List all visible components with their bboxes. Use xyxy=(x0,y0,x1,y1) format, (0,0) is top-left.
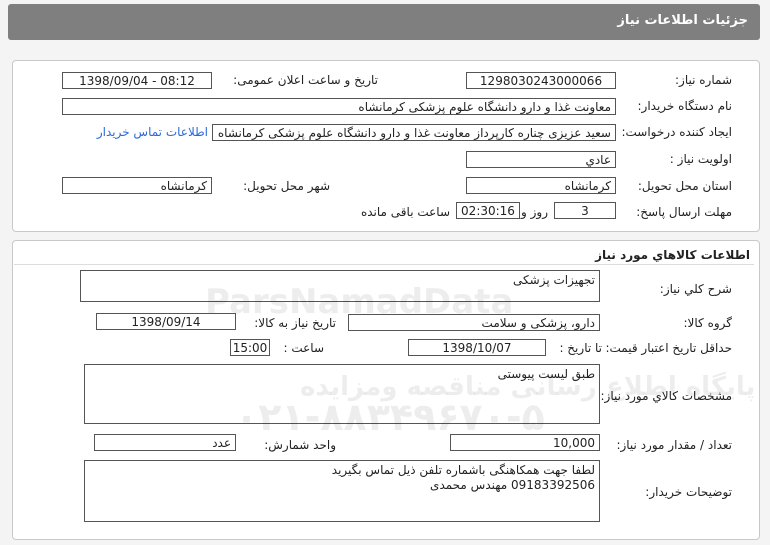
window-titlebar: جزئيات اطلاعات نياز xyxy=(8,4,760,40)
summary-field[interactable]: تجهيزات پزشکی xyxy=(80,270,600,302)
announce-field[interactable]: 1398/09/04 - 08:12 xyxy=(62,72,212,89)
need-date-field[interactable]: 1398/09/14 xyxy=(96,313,236,330)
section-divider xyxy=(14,264,754,265)
group-field[interactable]: دارو، پزشکی و سلامت xyxy=(348,314,600,331)
summary-label: شرح کلي نياز: xyxy=(659,282,732,296)
remaining-label: ساعت باقی مانده xyxy=(360,205,450,219)
qty-field[interactable]: 10,000 xyxy=(450,434,600,451)
priority-field[interactable]: عادي xyxy=(466,151,616,168)
desc-line-2: 09183392506 مهندس محمدی xyxy=(430,478,595,492)
group-label: گروه کالا: xyxy=(683,316,733,330)
specs-field[interactable]: طبق ليست پيوستی xyxy=(84,364,600,424)
hour-label: ساعت : xyxy=(283,341,324,355)
desc-field[interactable]: لطفا جهت همکاهنگی باشماره تلفن ذيل تماس … xyxy=(84,460,600,522)
need-number-field[interactable]: 1298030243000066 xyxy=(466,72,616,89)
unit-field[interactable]: عدد xyxy=(94,434,236,451)
specs-label: مشخصات کالاي مورد نياز: xyxy=(600,389,732,403)
buyer-contact-link[interactable]: اطلاعات تماس خريدار xyxy=(97,125,208,139)
goods-section-title: اطلاعات کالاهاي مورد نياز xyxy=(595,248,750,262)
hour-field[interactable]: 15:00 xyxy=(230,339,270,356)
qty-label: تعداد / مقدار مورد نياز: xyxy=(616,438,732,452)
city-label: شهر محل تحويل: xyxy=(243,179,330,193)
city-field[interactable]: کرمانشاه xyxy=(62,177,212,194)
announce-label: تاريخ و ساعت اعلان عمومی: xyxy=(233,73,378,87)
window-title: جزئيات اطلاعات نياز xyxy=(617,13,748,28)
time-remaining-field[interactable]: 02:30:16 xyxy=(456,202,520,219)
buyer-org-field[interactable]: معاونت غذا و دارو دانشگاه علوم پزشکی کرم… xyxy=(62,98,616,115)
priority-label: اولويت نياز : xyxy=(669,152,732,166)
until-date-field[interactable]: 1398/10/07 xyxy=(408,339,546,356)
days-label: روز و xyxy=(521,205,548,219)
desc-line-1: لطفا جهت همکاهنگی باشماره تلفن ذيل تماس … xyxy=(331,463,595,477)
need-date-label: تاريخ نياز به کالا: xyxy=(254,316,336,330)
buyer-org-label: نام دستگاه خريدار: xyxy=(637,99,733,113)
creator-label: ايجاد کننده درخواست: xyxy=(621,125,732,139)
need-number-label: شماره نياز: xyxy=(675,73,732,87)
province-label: استان محل تحويل: xyxy=(637,179,732,193)
days-field[interactable]: 3 xyxy=(554,202,616,219)
deadline-label: مهلت ارسال پاسخ: xyxy=(636,205,732,219)
desc-label: توضيحات خريدار: xyxy=(645,485,732,499)
validity-label: حداقل تاريخ اعتبار قيمت: xyxy=(605,341,732,355)
province-field[interactable]: کرمانشاه xyxy=(466,177,616,194)
until-date-label: تا تاريخ : xyxy=(559,341,602,355)
creator-field[interactable]: سعيد عزيزی چناره کارپرداز معاونت غذا و د… xyxy=(212,124,616,141)
unit-label: واحد شمارش: xyxy=(264,438,336,452)
